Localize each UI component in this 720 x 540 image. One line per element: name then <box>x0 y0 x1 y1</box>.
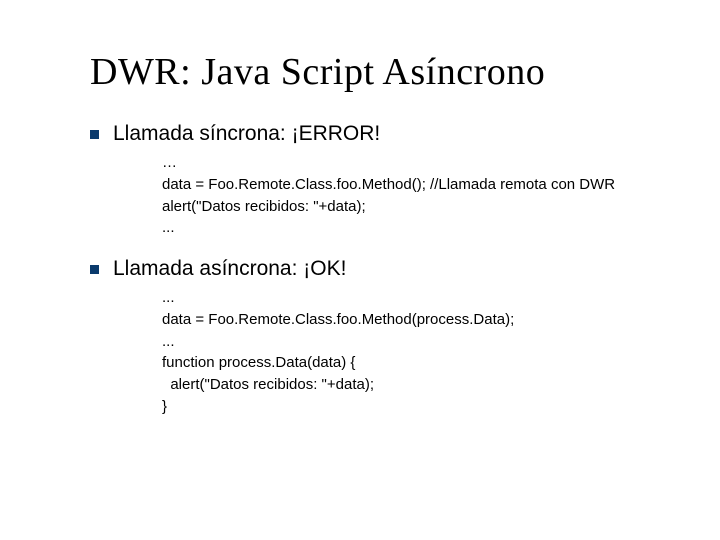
code-async: ... data = Foo.Remote.Class.foo.Method(p… <box>162 287 680 418</box>
bullet-square-icon <box>90 130 99 139</box>
bullet-square-icon <box>90 265 99 274</box>
bullet-heading: Llamada síncrona: ¡ERROR! <box>113 122 380 146</box>
bullet-item-async: Llamada asíncrona: ¡OK! <box>90 257 680 281</box>
slide-title: DWR: Java Script Asíncrono <box>90 50 680 94</box>
code-sync: … data = Foo.Remote.Class.foo.Method(); … <box>162 152 680 239</box>
slide: DWR: Java Script Asíncrono Llamada síncr… <box>0 0 720 476</box>
bullet-item-sync: Llamada síncrona: ¡ERROR! <box>90 122 680 146</box>
bullet-heading: Llamada asíncrona: ¡OK! <box>113 257 346 281</box>
